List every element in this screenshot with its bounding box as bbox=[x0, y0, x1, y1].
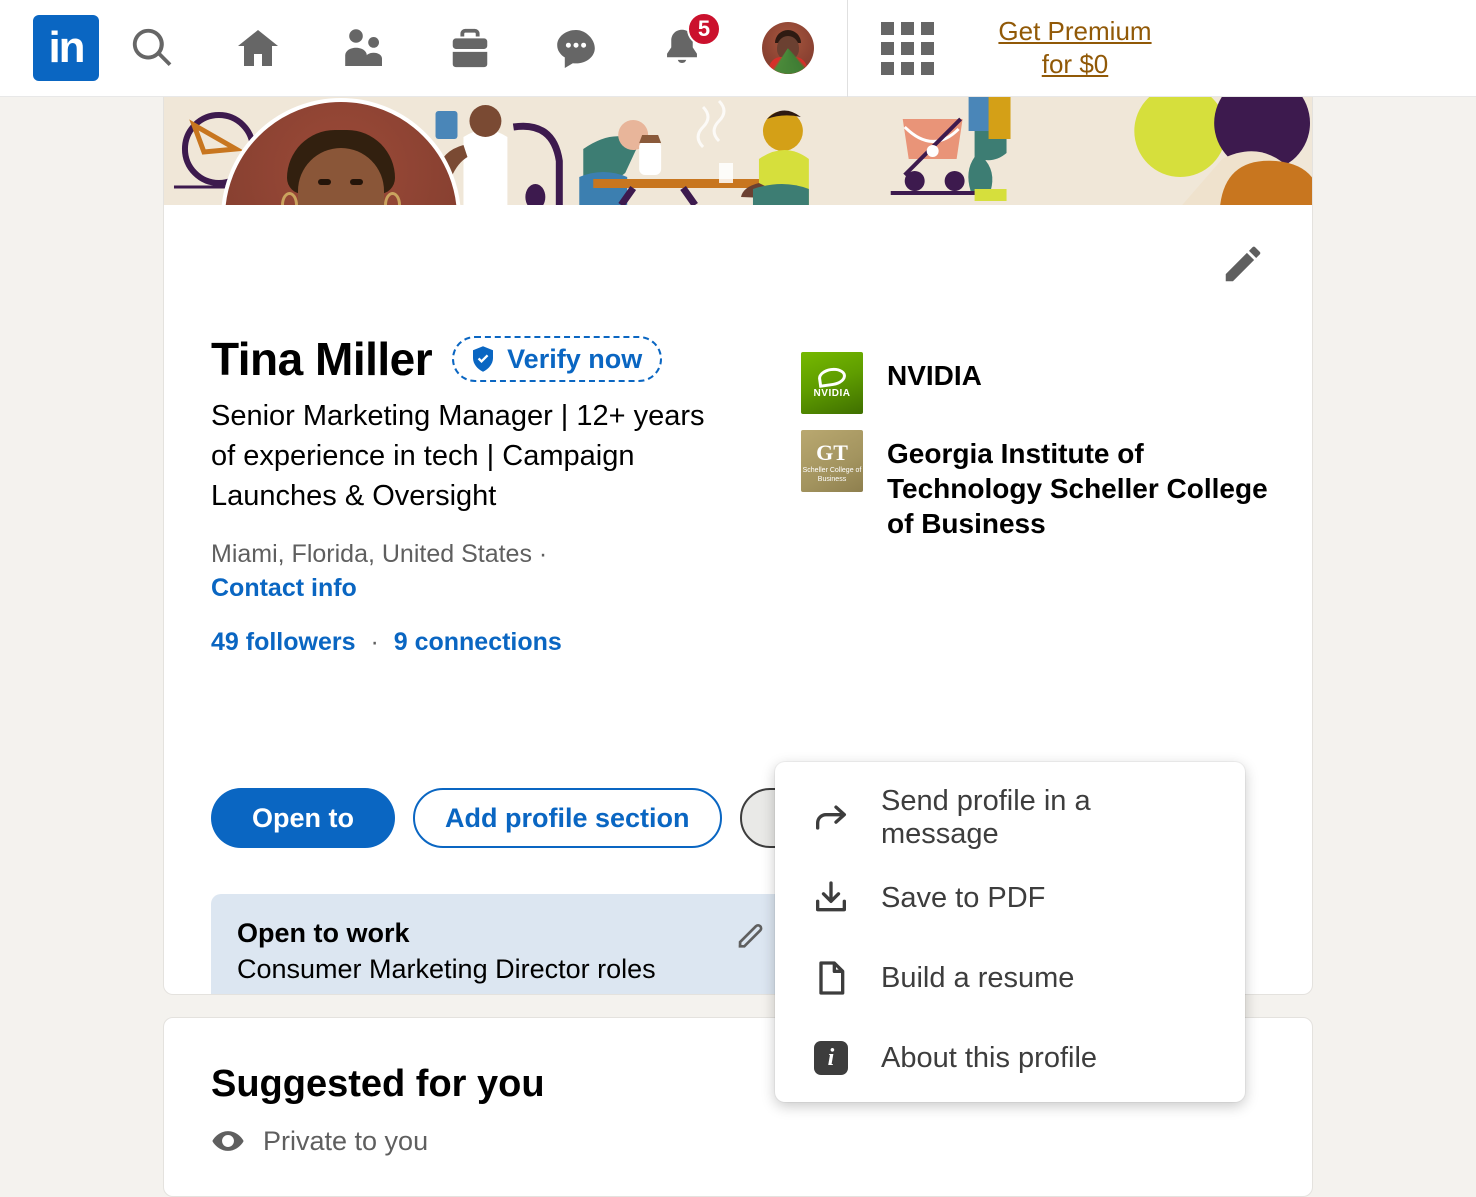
shield-check-icon bbox=[468, 344, 498, 374]
menu-label-build-resume: Build a resume bbox=[881, 962, 1074, 995]
opentowork-badge-text: #OPENTOWORK bbox=[225, 102, 416, 107]
page-content: #OPENTOWORK Tina Miller bbox=[0, 97, 1476, 1172]
edit-open-to-work-button[interactable] bbox=[733, 918, 767, 957]
gt-sub-label: Scheller College of Business bbox=[801, 467, 863, 484]
verify-now-label: Verify now bbox=[507, 344, 642, 375]
photo-earring-right bbox=[384, 192, 401, 205]
my-network-button[interactable] bbox=[311, 0, 417, 97]
photo-eye-right bbox=[350, 179, 363, 185]
connections-link[interactable]: 9 connections bbox=[394, 628, 562, 656]
contact-info-link[interactable]: Contact info bbox=[211, 574, 357, 602]
profile-stats: 49 followers · 9 connections bbox=[211, 628, 771, 657]
messaging-icon bbox=[552, 24, 600, 72]
notification-count-badge: 5 bbox=[687, 12, 721, 46]
avatar bbox=[762, 22, 814, 74]
download-icon-wrap bbox=[809, 878, 853, 918]
open-to-work-card: Open to work Consumer Marketing Director… bbox=[211, 894, 791, 995]
home-button[interactable] bbox=[205, 0, 311, 97]
search-icon bbox=[129, 25, 175, 71]
profile-organizations: NVIDIA NVIDIA GT Scheller College of Bus… bbox=[801, 352, 1271, 557]
add-profile-section-button[interactable]: Add profile section bbox=[413, 788, 722, 848]
get-premium-link[interactable]: Get Premium for $0 bbox=[980, 15, 1170, 82]
profile-banner[interactable]: #OPENTOWORK bbox=[164, 97, 1312, 205]
document-icon-wrap bbox=[809, 958, 853, 998]
open-to-work-subtitle: Consumer Marketing Director roles bbox=[237, 954, 765, 985]
info-icon-wrap: i bbox=[809, 1041, 853, 1075]
organization-item-school[interactable]: GT Scheller College of Business Georgia … bbox=[801, 430, 1271, 541]
menu-item-send-profile[interactable]: Send profile in a message bbox=[775, 778, 1245, 858]
verify-now-button[interactable]: Verify now bbox=[452, 336, 662, 382]
menu-item-save-to-pdf[interactable]: Save to PDF bbox=[775, 858, 1245, 938]
profile-headline: Senior Marketing Manager | 12+ years of … bbox=[211, 396, 711, 516]
suggested-section-title: Suggested for you bbox=[211, 1063, 545, 1106]
avatar-opentowork-ring bbox=[762, 22, 814, 74]
eye-icon bbox=[211, 1124, 245, 1158]
for-business-button[interactable] bbox=[870, 22, 944, 75]
georgia-tech-logo-icon: GT Scheller College of Business bbox=[801, 430, 863, 492]
organization-name-company: NVIDIA bbox=[887, 352, 982, 393]
profile-photo: #OPENTOWORK bbox=[221, 98, 461, 205]
open-to-work-title: Open to work bbox=[237, 918, 765, 949]
document-icon bbox=[811, 958, 851, 998]
grid-icon bbox=[881, 22, 934, 75]
share-arrow-icon-wrap bbox=[809, 798, 853, 838]
edit-profile-button[interactable] bbox=[1216, 237, 1270, 291]
download-icon bbox=[811, 878, 851, 918]
home-icon bbox=[234, 24, 282, 72]
linkedin-logo-text: in bbox=[48, 26, 83, 70]
open-to-button[interactable]: Open to bbox=[211, 788, 395, 848]
menu-label-send-profile: Send profile in a message bbox=[881, 785, 1211, 851]
location-text: Miami, Florida, United States · bbox=[211, 540, 547, 568]
profile-photo-container[interactable]: #OPENTOWORK bbox=[221, 98, 461, 205]
global-navbar: in bbox=[0, 0, 1476, 97]
my-network-icon bbox=[340, 24, 388, 72]
navbar-left-group: in bbox=[0, 0, 848, 97]
more-dropdown-menu: Send profile in a message Save to PDF Bu… bbox=[775, 762, 1245, 1102]
jobs-button[interactable] bbox=[417, 0, 523, 97]
menu-item-build-resume[interactable]: Build a resume bbox=[775, 938, 1245, 1018]
messaging-button[interactable] bbox=[523, 0, 629, 97]
notifications-button[interactable]: 5 bbox=[629, 0, 735, 97]
me-avatar-button[interactable] bbox=[735, 0, 841, 97]
nvidia-eye-mark bbox=[817, 366, 847, 388]
show-details-link[interactable]: Show details bbox=[237, 990, 765, 995]
pencil-icon bbox=[733, 918, 767, 952]
private-to-you-row: Private to you bbox=[211, 1124, 428, 1158]
jobs-icon bbox=[447, 25, 493, 71]
organization-item-company[interactable]: NVIDIA NVIDIA bbox=[801, 352, 1271, 414]
profile-identity: Tina Miller Verify now Senior Marketing … bbox=[211, 336, 771, 657]
photo-earring-left bbox=[281, 192, 298, 205]
nvidia-wordmark: NVIDIA bbox=[814, 388, 851, 399]
organization-name-school: Georgia Institute of Technology Scheller… bbox=[887, 430, 1271, 541]
followers-link[interactable]: 49 followers bbox=[211, 628, 356, 656]
pencil-icon bbox=[1220, 241, 1266, 287]
info-icon: i bbox=[814, 1041, 848, 1075]
navbar-icon-group: 5 bbox=[99, 0, 841, 97]
menu-label-save-to-pdf: Save to PDF bbox=[881, 882, 1045, 915]
menu-label-about-this-profile: About this profile bbox=[881, 1042, 1097, 1075]
page-title: Tina Miller bbox=[211, 336, 432, 382]
linkedin-logo[interactable]: in bbox=[33, 15, 99, 81]
nvidia-logo-icon: NVIDIA bbox=[801, 352, 863, 414]
navbar-right-group: Get Premium for $0 bbox=[848, 0, 1170, 97]
stats-separator: · bbox=[362, 628, 386, 656]
share-arrow-icon bbox=[811, 798, 851, 838]
name-row: Tina Miller Verify now bbox=[211, 336, 771, 382]
profile-location: Miami, Florida, United States · Contact … bbox=[211, 538, 771, 606]
private-to-you-label: Private to you bbox=[263, 1126, 428, 1157]
photo-eye-left bbox=[318, 179, 331, 185]
search-button[interactable] bbox=[99, 0, 205, 97]
menu-item-about-this-profile[interactable]: i About this profile bbox=[775, 1018, 1245, 1098]
gt-monogram: GT bbox=[816, 442, 848, 464]
